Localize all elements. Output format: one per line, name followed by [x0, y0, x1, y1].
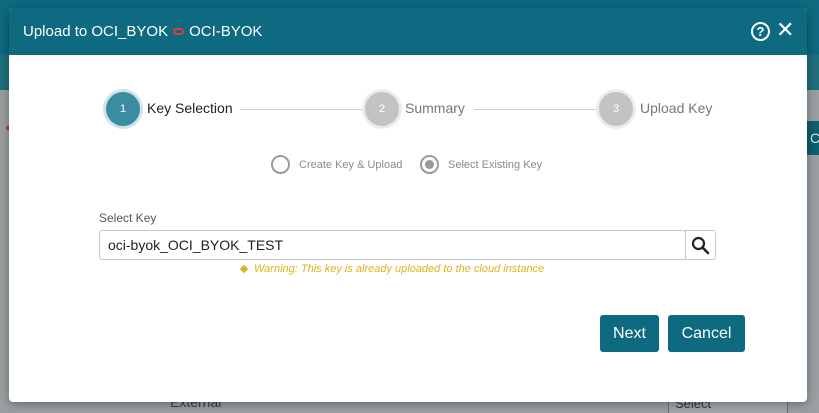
radio-create-key-upload[interactable]: Create Key & Upload — [271, 155, 402, 174]
dialog-title: Upload to OCI_BYOK OCI-BYOK — [23, 23, 262, 40]
cancel-button[interactable]: Cancel — [668, 315, 745, 352]
wizard-stepper: 1 Key Selection 2 Summary 3 Upload Key — [106, 92, 716, 126]
upload-key-dialog: Upload to OCI_BYOK OCI-BYOK ? ✕ 1 Key Se… — [9, 8, 807, 402]
radio-select-existing-key[interactable]: Select Existing Key — [420, 155, 542, 174]
step-2-circle: 2 — [365, 92, 399, 126]
radio-circle-checked[interactable] — [420, 155, 439, 174]
search-icon — [691, 236, 710, 255]
dialog-title-suffix: OCI-BYOK — [189, 23, 263, 40]
key-search-button[interactable] — [685, 230, 716, 260]
warning-text: Warning: This key is already uploaded to… — [254, 263, 545, 275]
dialog-title-prefix: Upload to OCI_BYOK — [23, 23, 169, 40]
radio-circle[interactable] — [271, 155, 290, 174]
step-connector — [474, 109, 598, 110]
step-2-label: Summary — [405, 100, 465, 116]
link-icon — [173, 28, 185, 35]
step-3-label: Upload Key — [640, 100, 713, 116]
select-key-input[interactable] — [99, 230, 686, 260]
warning-icon — [239, 264, 249, 274]
step-1-circle: 1 — [106, 92, 140, 126]
step-3-circle: 3 — [599, 92, 633, 126]
dialog-header: Upload to OCI_BYOK OCI-BYOK ? ✕ — [9, 8, 807, 55]
help-icon[interactable]: ? — [751, 22, 770, 41]
close-icon[interactable]: ✕ — [776, 19, 794, 41]
select-key-label: Select Key — [99, 211, 157, 225]
key-warning: Warning: This key is already uploaded to… — [239, 263, 545, 275]
step-1-label: Key Selection — [147, 100, 233, 116]
radio-label: Select Existing Key — [448, 158, 543, 171]
next-button[interactable]: Next — [600, 315, 659, 352]
background-side-button: C — [806, 121, 819, 155]
step-connector — [240, 109, 362, 110]
radio-label: Create Key & Upload — [299, 158, 403, 171]
